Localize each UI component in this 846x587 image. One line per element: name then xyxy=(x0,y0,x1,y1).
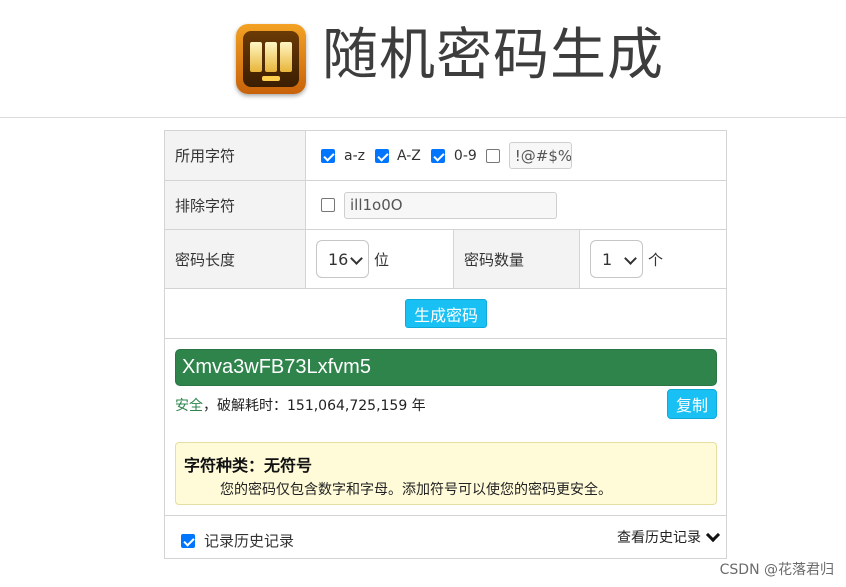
symbols-checkbox[interactable] xyxy=(485,148,500,163)
length-value: 16 xyxy=(328,249,349,269)
exclude-controls: ill1o0O xyxy=(321,181,557,229)
view-history-label: 查看历史记录 xyxy=(617,530,701,546)
header: 随机密码生成 xyxy=(0,0,846,118)
count-select[interactable]: 1 xyxy=(590,240,643,278)
digits-label: 0-9 xyxy=(453,147,477,164)
chevron-down-icon xyxy=(350,252,363,265)
exclude-label: 排除字符 xyxy=(165,181,306,229)
slot-machine-icon xyxy=(236,24,306,94)
strength-level: 安全 xyxy=(175,398,203,414)
digits-checkbox[interactable] xyxy=(430,148,445,163)
symbols-input[interactable]: !@#$% xyxy=(508,142,572,169)
lowercase-label: a-z xyxy=(344,147,365,164)
exclude-checkbox[interactable] xyxy=(321,198,335,212)
length-controls: 16 位 xyxy=(316,230,389,288)
watermark: CSDN @花落君归 xyxy=(719,562,834,578)
charset-label: 所用字符 xyxy=(165,131,306,180)
charset-notice: 字符种类：无符号 您的密码仅包含数字和字母。添加符号可以使您的密码更安全。 xyxy=(175,442,717,505)
length-select[interactable]: 16 xyxy=(316,240,369,278)
count-unit: 个 xyxy=(648,250,664,269)
exclude-row: 排除字符 ill1o0O xyxy=(165,181,726,230)
uppercase-checkbox[interactable] xyxy=(374,148,389,163)
charset-options: a-z A-Z 0-9 !@#$% xyxy=(321,131,572,180)
notice-title: 字符种类：无符号 xyxy=(184,456,313,475)
count-value: 1 xyxy=(602,249,613,269)
chevron-down-icon xyxy=(624,252,637,265)
history-footer: 记录历史记录 查看历史记录 xyxy=(165,515,726,559)
generate-button[interactable]: 生成密码 xyxy=(405,299,487,328)
length-count-row: 密码长度 16 位 密码数量 1 个 xyxy=(165,230,726,289)
uppercase-label: A-Z xyxy=(396,147,421,164)
generator-panel: 所用字符 a-z A-Z 0-9 !@#$% 排除字符 ill1o0O 密码长度… xyxy=(164,130,727,559)
view-history-button[interactable]: 查看历史记录 xyxy=(617,527,721,547)
password-output[interactable]: Xmva3wFB73Lxfvm5 xyxy=(175,349,717,386)
length-label: 密码长度 xyxy=(165,230,306,288)
strength-text: 安全，破解耗时：151,064,725,159 年 xyxy=(175,395,426,415)
record-history-checkbox[interactable] xyxy=(181,533,195,548)
count-controls: 1 个 xyxy=(590,230,663,288)
record-history-label: 记录历史记录 xyxy=(204,532,295,550)
crack-time: ，破解耗时：151,064,725,159 年 xyxy=(203,398,426,414)
notice-body: 您的密码仅包含数字和字母。添加符号可以使您的密码更安全。 xyxy=(220,482,612,498)
page-title: 随机密码生成 xyxy=(322,23,664,88)
length-unit: 位 xyxy=(374,250,390,269)
count-label: 密码数量 xyxy=(453,230,580,288)
copy-button[interactable]: 复制 xyxy=(667,389,717,419)
charset-row: 所用字符 a-z A-Z 0-9 !@#$% xyxy=(165,131,726,181)
record-history-toggle[interactable]: 记录历史记录 xyxy=(181,530,294,551)
chevron-down-icon xyxy=(705,527,721,542)
lowercase-checkbox[interactable] xyxy=(321,148,335,163)
exclude-input[interactable]: ill1o0O xyxy=(344,191,557,219)
